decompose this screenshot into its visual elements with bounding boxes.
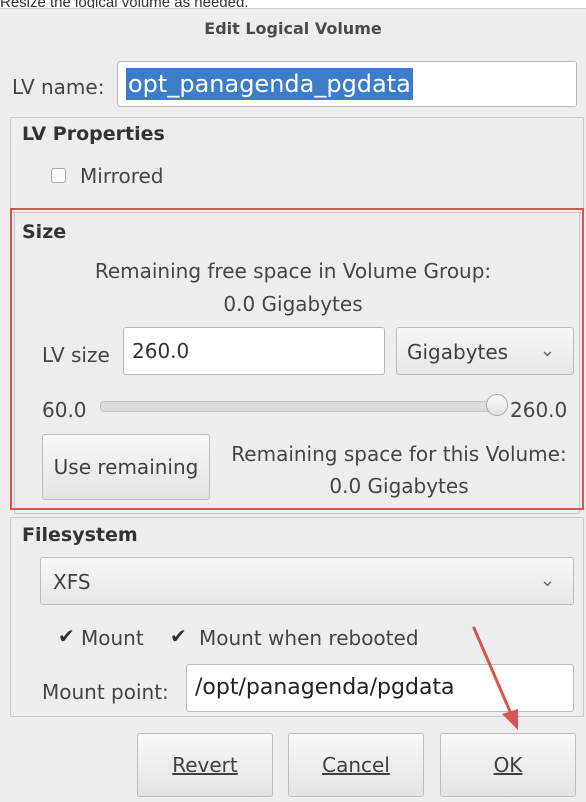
filesystem-type-value: XFS (53, 570, 91, 594)
cancel-button[interactable]: Cancel (288, 733, 424, 797)
filesystem-type-dropdown[interactable]: XFS ⌄ (40, 557, 574, 605)
ok-button[interactable]: OK (440, 733, 576, 797)
lv-name-input[interactable]: opt_panagenda_pgdata (117, 61, 577, 107)
revert-label: Revert (172, 753, 238, 777)
lv-name-label: LV name: (12, 75, 105, 99)
mount-point-value: /opt/panagenda/pgdata (195, 675, 455, 700)
lv-properties-title: LV Properties (22, 123, 165, 145)
mirrored-checkbox[interactable] (51, 168, 66, 183)
filesystem-title: Filesystem (22, 524, 138, 546)
mirrored-label[interactable]: Mirrored (80, 164, 164, 188)
size-section-highlight (10, 208, 584, 510)
mount-checkbox[interactable]: ✔ (58, 626, 75, 646)
chevron-down-icon: ⌄ (539, 570, 555, 591)
mount-rebooted-checkbox[interactable]: ✔ (170, 626, 187, 646)
revert-button[interactable]: Revert (137, 733, 273, 797)
dialog-title: Edit Logical Volume (204, 19, 382, 38)
mount-rebooted-label[interactable]: Mount when rebooted (199, 626, 419, 650)
ok-label: OK (493, 753, 523, 777)
cancel-label: Cancel (322, 753, 390, 777)
mount-label[interactable]: Mount (81, 626, 144, 650)
mount-point-input[interactable]: /opt/panagenda/pgdata (186, 664, 574, 712)
lv-name-selected-text: opt_panagenda_pgdata (126, 68, 413, 100)
mount-point-label: Mount point: (42, 680, 169, 704)
